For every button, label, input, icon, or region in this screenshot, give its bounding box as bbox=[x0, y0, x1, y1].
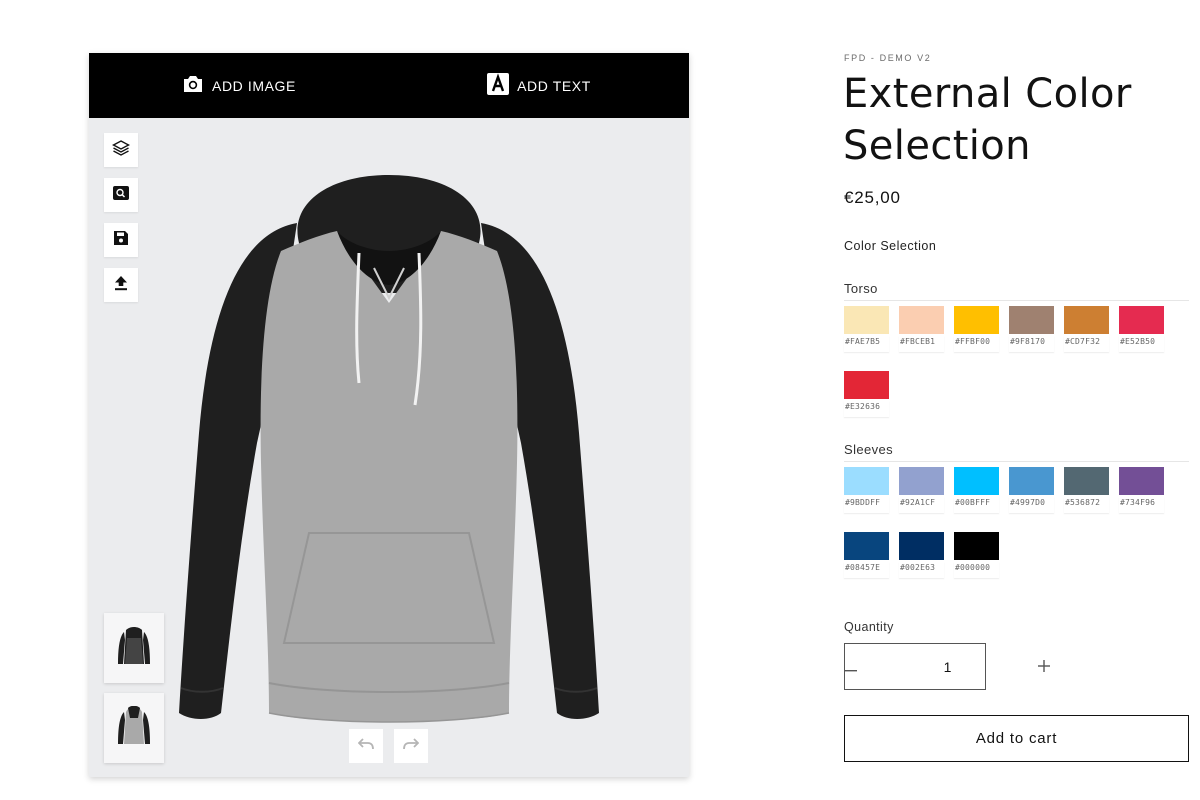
camera-icon bbox=[182, 74, 212, 97]
save-icon bbox=[114, 230, 128, 250]
swatch-hex-label: #FBCEB1 bbox=[900, 337, 936, 346]
swatch-color-chip bbox=[1009, 306, 1054, 334]
swatch-color-chip bbox=[1064, 306, 1109, 334]
undo-icon bbox=[357, 737, 374, 755]
swatch-color-chip bbox=[844, 306, 889, 334]
redo-button[interactable] bbox=[394, 729, 428, 763]
swatch-color-chip bbox=[844, 532, 889, 560]
swatch-hex-label: #CD7F32 bbox=[1065, 337, 1101, 346]
swatch-hex-label: #000000 bbox=[955, 563, 991, 572]
swatch-color-chip bbox=[899, 532, 944, 560]
color-selection-label: Color Selection bbox=[844, 239, 937, 253]
add-image-button[interactable]: ADD IMAGE bbox=[89, 53, 389, 118]
quantity-increase-button[interactable] bbox=[1038, 644, 1050, 689]
hoodie-front-view-icon bbox=[116, 626, 152, 671]
swatch-color-chip bbox=[1009, 467, 1054, 495]
swatch-hex-label: #E32636 bbox=[845, 402, 881, 411]
add-text-button[interactable]: ADD TEXT bbox=[389, 53, 689, 118]
torso-color-swatch[interactable]: #9F8170 bbox=[1009, 306, 1055, 352]
sleeves-color-swatch[interactable]: #4997D0 bbox=[1009, 467, 1055, 513]
sleeves-color-swatch[interactable]: #92A1CF bbox=[899, 467, 945, 513]
view-thumbnail-front[interactable] bbox=[104, 613, 164, 683]
swatch-color-chip bbox=[1064, 467, 1109, 495]
product-vendor: FPD - DEMO V2 bbox=[844, 53, 932, 63]
zoom-icon bbox=[113, 185, 129, 205]
text-icon bbox=[487, 73, 517, 98]
quantity-input[interactable] bbox=[857, 644, 1038, 689]
torso-color-swatch[interactable]: #FFBF00 bbox=[954, 306, 1000, 352]
upload-icon bbox=[114, 275, 128, 296]
view-thumbnail-back[interactable] bbox=[104, 693, 164, 763]
undo-button[interactable] bbox=[349, 729, 383, 763]
sleeves-color-swatch[interactable]: #08457E bbox=[844, 532, 890, 578]
torso-color-swatch[interactable]: #FAE7B5 bbox=[844, 306, 890, 352]
torso-color-swatch[interactable]: #FBCEB1 bbox=[899, 306, 945, 352]
torso-color-swatch[interactable]: #CD7F32 bbox=[1064, 306, 1110, 352]
torso-group-divider bbox=[844, 300, 1189, 301]
swatch-hex-label: #92A1CF bbox=[900, 498, 936, 507]
redo-icon bbox=[403, 737, 420, 755]
swatch-hex-label: #FFBF00 bbox=[955, 337, 991, 346]
quantity-label: Quantity bbox=[844, 620, 894, 634]
swatch-hex-label: #734F96 bbox=[1120, 498, 1156, 507]
swatch-hex-label: #08457E bbox=[845, 563, 881, 572]
layers-button[interactable] bbox=[104, 133, 138, 167]
torso-color-swatch[interactable]: #E32636 bbox=[844, 371, 890, 417]
swatch-color-chip bbox=[899, 306, 944, 334]
swatch-color-chip bbox=[899, 467, 944, 495]
swatch-hex-label: #9BDDFF bbox=[845, 498, 881, 507]
sleeves-group-title: Sleeves bbox=[844, 442, 894, 457]
swatch-hex-label: #9F8170 bbox=[1010, 337, 1046, 346]
swatch-hex-label: #002E63 bbox=[900, 563, 936, 572]
minus-icon bbox=[845, 656, 857, 677]
swatch-hex-label: #536872 bbox=[1065, 498, 1101, 507]
upload-button[interactable] bbox=[104, 268, 138, 302]
swatch-hex-label: #4997D0 bbox=[1010, 498, 1046, 507]
swatch-color-chip bbox=[954, 306, 999, 334]
torso-group-title: Torso bbox=[844, 281, 878, 296]
sleeves-color-swatch[interactable]: #002E63 bbox=[899, 532, 945, 578]
save-button[interactable] bbox=[104, 223, 138, 257]
layers-icon bbox=[112, 139, 130, 162]
designer-toolbar: ADD IMAGE ADD TEXT bbox=[89, 53, 689, 118]
add-image-label: ADD IMAGE bbox=[212, 77, 296, 94]
plus-icon bbox=[1038, 656, 1050, 677]
product-title: External Color Selection bbox=[843, 71, 1132, 169]
swatch-color-chip bbox=[844, 467, 889, 495]
swatch-hex-label: #E52B50 bbox=[1120, 337, 1156, 346]
quantity-stepper bbox=[844, 643, 1050, 690]
add-text-label: ADD TEXT bbox=[517, 77, 591, 94]
design-canvas[interactable] bbox=[169, 173, 609, 733]
swatch-color-chip bbox=[954, 532, 999, 560]
swatch-hex-label: #00BFFF bbox=[955, 498, 991, 507]
hoodie-back-view-icon bbox=[116, 705, 152, 751]
swatch-hex-label: #FAE7B5 bbox=[845, 337, 881, 346]
sleeves-color-swatch[interactable]: #536872 bbox=[1064, 467, 1110, 513]
swatch-color-chip bbox=[954, 467, 999, 495]
add-to-cart-button[interactable]: Add to cart bbox=[844, 715, 1189, 762]
product-designer: ADD IMAGE ADD TEXT bbox=[89, 53, 689, 777]
swatch-color-chip bbox=[844, 371, 889, 399]
sleeves-group-divider bbox=[844, 461, 1189, 462]
zoom-button[interactable] bbox=[104, 178, 138, 212]
product-price: €25,00 bbox=[844, 188, 901, 207]
sleeves-color-swatch[interactable]: #00BFFF bbox=[954, 467, 1000, 513]
swatch-color-chip bbox=[1119, 467, 1164, 495]
sleeves-color-swatch[interactable]: #000000 bbox=[954, 532, 1000, 578]
quantity-decrease-button[interactable] bbox=[845, 644, 857, 689]
torso-color-swatch[interactable]: #E52B50 bbox=[1119, 306, 1165, 352]
sleeves-color-swatch[interactable]: #734F96 bbox=[1119, 467, 1165, 513]
swatch-color-chip bbox=[1119, 306, 1164, 334]
sleeves-color-swatch[interactable]: #9BDDFF bbox=[844, 467, 890, 513]
